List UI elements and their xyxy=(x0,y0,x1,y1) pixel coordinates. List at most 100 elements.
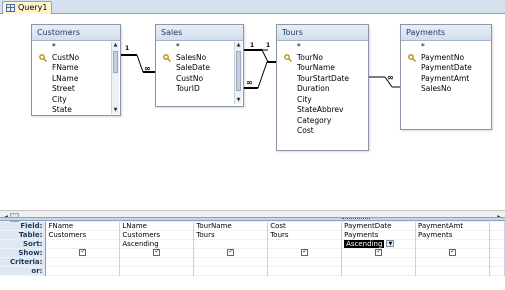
grid-cell-field[interactable]: LName xyxy=(119,222,195,231)
show-checkbox[interactable] xyxy=(79,249,87,256)
grid-cell-show[interactable] xyxy=(267,248,343,258)
grid-cell-show[interactable] xyxy=(45,248,121,258)
scroll-down-icon[interactable]: ▼ xyxy=(235,97,242,104)
field-item[interactable]: SalesNo xyxy=(401,84,491,95)
grid-cell-sort[interactable] xyxy=(267,239,343,249)
field-item[interactable]: CustNo xyxy=(156,74,243,85)
field-item[interactable]: Duration xyxy=(277,84,368,95)
grid-cell-criteria[interactable] xyxy=(341,257,417,267)
show-checkbox[interactable] xyxy=(449,249,457,256)
grid-cell-or[interactable] xyxy=(193,266,269,276)
grid-cell-criteria[interactable] xyxy=(267,257,343,267)
scroll-up-icon[interactable]: ▲ xyxy=(112,42,119,49)
show-checkbox[interactable] xyxy=(153,249,161,256)
grid-cell-sort[interactable] xyxy=(193,239,269,249)
grid-cell-or[interactable] xyxy=(341,266,417,276)
field-item[interactable]: TourStartDate xyxy=(277,74,368,85)
grid-cell-show[interactable] xyxy=(341,248,417,258)
field-all[interactable]: * xyxy=(32,42,120,53)
grid-cell-field[interactable]: FName xyxy=(45,222,121,231)
field-item[interactable]: PaymentNo xyxy=(401,53,491,64)
row-label-or: or: xyxy=(0,266,47,276)
field-item[interactable]: Street xyxy=(32,84,120,95)
field-item[interactable]: StateAbbrev xyxy=(277,105,368,116)
grid-cell-criteria[interactable] xyxy=(45,257,121,267)
grid-cell-or[interactable] xyxy=(415,266,490,276)
grid-cell-field[interactable]: PaymentAmt xyxy=(415,222,490,231)
show-checkbox[interactable] xyxy=(301,249,309,256)
field-item[interactable]: TourNo xyxy=(277,53,368,64)
grid-cell-or[interactable] xyxy=(489,266,505,276)
grid-cell-or[interactable] xyxy=(267,266,343,276)
field-item[interactable]: CustNo xyxy=(32,53,120,64)
field-list-payments[interactable]: Payments * PaymentNo PaymentDate Payment… xyxy=(400,24,492,130)
grid-cell-field[interactable]: TourName xyxy=(193,222,269,231)
grid-cell-sort-selected[interactable]: Ascending ▼ xyxy=(341,239,417,249)
key-icon xyxy=(163,53,172,62)
grid-cell-show[interactable] xyxy=(415,248,490,258)
key-icon xyxy=(284,53,293,62)
pane-splitter[interactable] xyxy=(0,217,505,221)
field-all[interactable]: * xyxy=(277,42,368,53)
grid-cell-field[interactable]: Cost xyxy=(267,222,343,231)
grid-cell-or[interactable] xyxy=(119,266,195,276)
field-item[interactable]: Cost xyxy=(277,126,368,137)
grid-cell-table[interactable]: Customers xyxy=(119,230,195,240)
grid-cell-field[interactable] xyxy=(489,222,505,231)
row-label-sort: Sort: xyxy=(0,239,47,249)
field-item[interactable]: State xyxy=(32,105,120,116)
field-item[interactable]: SalesNo xyxy=(156,53,243,64)
field-list-scrollbar[interactable]: ▲ ▼ xyxy=(111,42,119,114)
grid-cell-criteria[interactable] xyxy=(489,257,505,267)
tab-query1[interactable]: Query1 xyxy=(2,1,52,14)
join-one-label: 1 xyxy=(266,42,271,49)
show-checkbox[interactable] xyxy=(375,249,383,256)
field-list-customers[interactable]: Customers * CustNo FName LName Street Ci… xyxy=(31,24,121,116)
splitter-grip[interactable] xyxy=(342,218,370,220)
field-item[interactable]: FName xyxy=(32,63,120,74)
field-item[interactable]: PaymentDate xyxy=(401,63,491,74)
chevron-down-icon[interactable]: ▼ xyxy=(386,240,395,247)
grid-cell-criteria[interactable] xyxy=(193,257,269,267)
field-list-title[interactable]: Sales xyxy=(156,25,243,41)
field-all[interactable]: * xyxy=(156,42,243,53)
sort-dropdown-value[interactable]: Ascending xyxy=(344,240,385,248)
grid-cell-table[interactable] xyxy=(489,230,505,240)
grid-cell-sort[interactable]: Ascending xyxy=(119,239,195,249)
grid-cell-show[interactable] xyxy=(119,248,195,258)
field-item[interactable]: SaleDate xyxy=(156,63,243,74)
scroll-thumb[interactable] xyxy=(236,51,241,91)
grid-cell-table[interactable]: Tours xyxy=(193,230,269,240)
scroll-up-icon[interactable]: ▲ xyxy=(235,42,242,49)
field-item[interactable]: LName xyxy=(32,74,120,85)
grid-cell-show[interactable] xyxy=(193,248,269,258)
show-checkbox[interactable] xyxy=(227,249,235,256)
grid-cell-table[interactable]: Payments xyxy=(341,230,417,240)
field-list-title[interactable]: Customers xyxy=(32,25,120,41)
grid-cell-sort[interactable] xyxy=(45,239,121,249)
grid-cell-criteria[interactable] xyxy=(119,257,195,267)
field-item[interactable]: Category xyxy=(277,116,368,127)
grid-cell-table[interactable]: Payments xyxy=(415,230,490,240)
grid-cell-criteria[interactable] xyxy=(415,257,490,267)
grid-cell-or[interactable] xyxy=(45,266,121,276)
field-item[interactable]: TourID xyxy=(156,84,243,95)
field-list-tours[interactable]: Tours * TourNo TourName TourStartDate Du… xyxy=(276,24,369,151)
field-list-sales[interactable]: Sales * SalesNo SaleDate CustNo TourID ▲… xyxy=(155,24,244,107)
field-item[interactable]: City xyxy=(277,95,368,106)
field-list-title[interactable]: Tours xyxy=(277,25,368,41)
field-item[interactable]: TourName xyxy=(277,63,368,74)
field-list-title[interactable]: Payments xyxy=(401,25,491,41)
field-item[interactable]: City xyxy=(32,95,120,106)
field-all[interactable]: * xyxy=(401,42,491,53)
grid-cell-sort[interactable] xyxy=(489,239,505,249)
scroll-thumb[interactable] xyxy=(113,51,118,73)
grid-cell-table[interactable]: Tours xyxy=(267,230,343,240)
field-item[interactable]: PaymentAmt xyxy=(401,74,491,85)
scroll-down-icon[interactable]: ▼ xyxy=(112,107,119,114)
grid-cell-table[interactable]: Customers xyxy=(45,230,121,240)
grid-cell-sort[interactable] xyxy=(415,239,490,249)
grid-cell-field[interactable]: PaymentDate xyxy=(341,222,417,231)
field-list-scrollbar[interactable]: ▲ ▼ xyxy=(234,42,242,104)
grid-cell-show[interactable] xyxy=(489,248,505,258)
